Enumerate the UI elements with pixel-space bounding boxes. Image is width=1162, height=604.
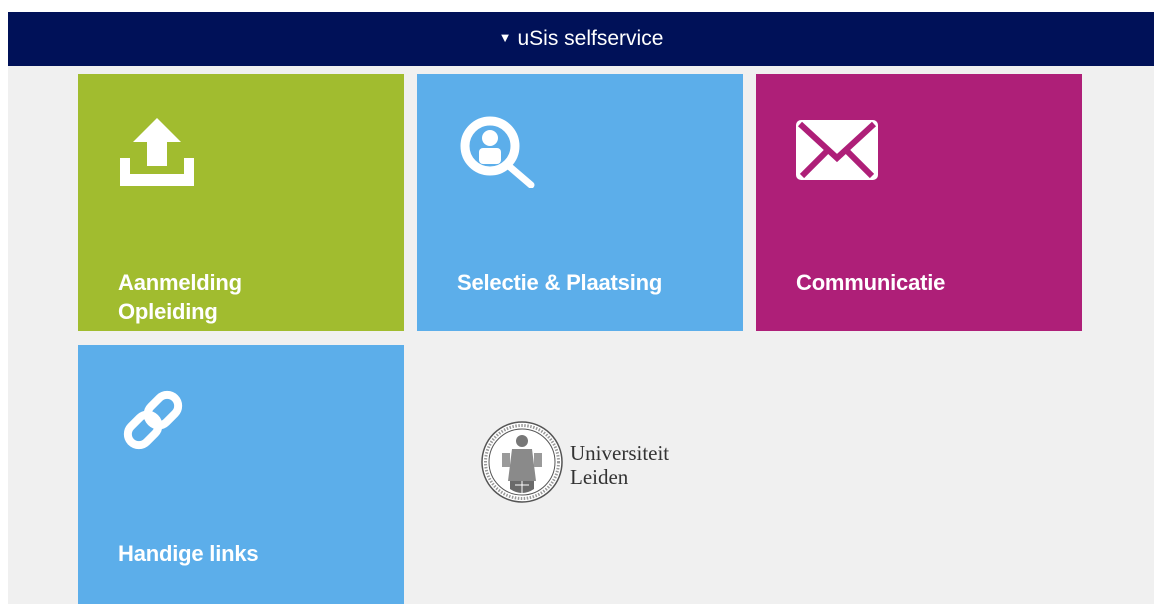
tile-handige-links[interactable]: Handige links: [78, 345, 404, 604]
tile-communicatie[interactable]: Communicatie: [756, 74, 1082, 331]
header-title: uSis selfservice: [517, 27, 664, 50]
university-name: Universiteit Leiden: [570, 440, 670, 489]
tile-label: Communicatie: [796, 270, 946, 295]
page-frame: ▼ uSis selfservice Aanmelding Opleiding …: [8, 12, 1154, 604]
upload-icon: [118, 114, 196, 193]
search-person-icon: [457, 114, 539, 193]
tile-label: Aanmelding Opleiding: [118, 270, 242, 324]
universiteit-leiden-logo: Universiteit Leiden: [480, 419, 669, 510]
usis-selfservice-menu[interactable]: ▼ uSis selfservice: [8, 12, 1154, 66]
university-seal-icon: [480, 419, 564, 510]
caret-down-icon: ▼: [498, 29, 512, 45]
tile-selectie-plaatsing[interactable]: Selectie & Plaatsing: [417, 74, 743, 331]
link-icon: [118, 385, 188, 460]
tile-aanmelding-opleiding[interactable]: Aanmelding Opleiding: [78, 74, 404, 331]
tile-label: Handige links: [118, 541, 259, 566]
tile-label: Selectie & Plaatsing: [457, 270, 663, 295]
envelope-icon: [796, 114, 880, 189]
